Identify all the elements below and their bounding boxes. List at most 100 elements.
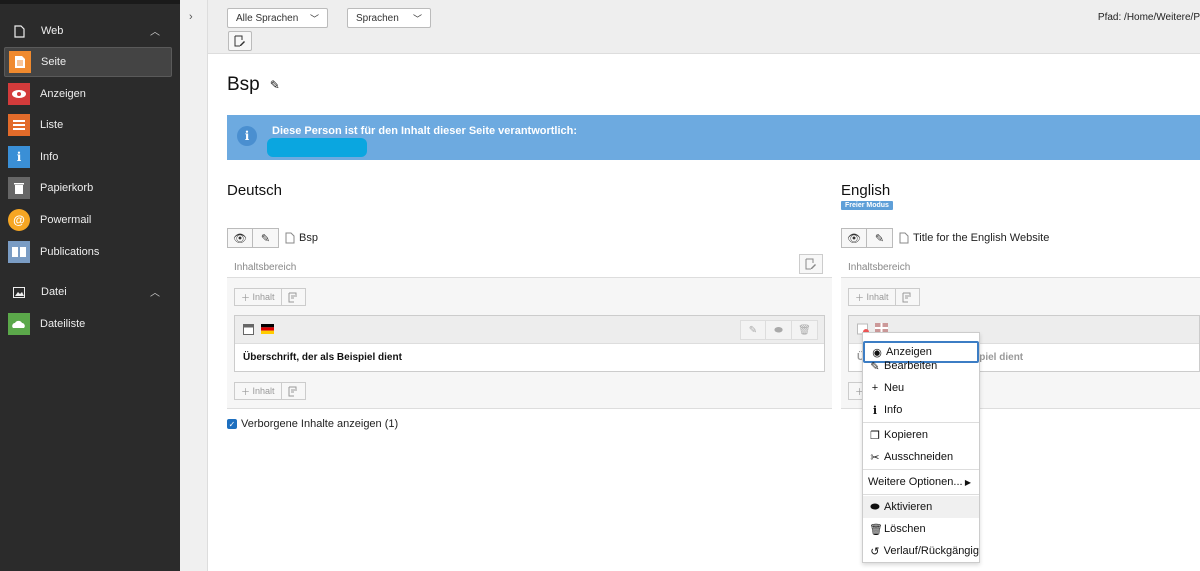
info-module-icon: i [8,146,30,168]
toggle-icon: ⬬ [870,500,880,513]
menu-item-label: Bearbeiten [884,360,938,372]
page-link-de[interactable]: Bsp [285,232,318,244]
checkbox-checked-icon[interactable]: ✓ [227,419,237,429]
chevron-up-icon[interactable]: ︿ [150,23,160,38]
paste-button[interactable] [895,288,920,306]
page-path: Pfad: /Home/Weitere/P [1097,12,1200,23]
module-group-web[interactable]: Web ︿ [0,18,180,44]
eye-icon: 👁 [233,232,247,245]
plus-icon: ＋ [241,292,253,303]
menu-divider [863,422,979,423]
pencil-icon[interactable]: ✎ [270,78,280,92]
edit-page-button[interactable]: ✎ [253,228,279,248]
module-item-label: Powermail [40,214,92,226]
view-page-button[interactable]: 👁 [227,228,253,248]
list-module-icon [8,114,30,136]
paste-icon [288,292,297,302]
toggle-visibility-button[interactable]: ⬬ [766,320,792,340]
module-item-label: Info [40,151,59,163]
area-label-en: Inhaltsbereich [848,262,911,273]
edit-page-properties-button[interactable] [228,31,252,51]
languages-select[interactable]: Sprachen ﹀ [347,8,431,28]
book-module-icon [8,241,30,263]
plus-icon: + [871,382,879,394]
menu-item-info[interactable]: i Info [863,399,979,421]
module-item-label: Liste [40,119,64,131]
add-content-button[interactable]: ＋ Inhalt [234,382,282,400]
menu-item-label: Neu [884,382,905,394]
module-sidebar: Web ︿ Seite Anzeigen Liste i Info Papier… [0,0,180,571]
filelist-module-icon [8,313,30,335]
delete-element-button[interactable]: 🗑 [792,320,818,340]
menu-item-verlauf[interactable]: ↺ Verlauf/Rückgängig [863,540,979,562]
menu-item-kopieren[interactable]: ❐ Kopieren [863,424,979,446]
edit-document-icon [805,258,816,270]
add-content-button[interactable]: ＋ Inhalt [234,288,282,306]
callout-text: Diese Person ist für den Inhalt dieser S… [272,125,578,137]
module-item-label: Dateiliste [40,318,86,330]
docheader: Alle Sprachen ﹀ Sprachen ﹀ Pfad: /Home/W… [208,0,1200,54]
module-item-dateiliste[interactable]: Dateiliste [4,309,172,339]
content-element-text: Überschrift, der als Beispiel dient [243,352,402,363]
module-item-label: Papierkorb [40,182,94,194]
menu-item-label: Ausschneiden [884,451,954,463]
show-hidden-content-toggle[interactable]: ✓ Verborgene Inhalte anzeigen (1) [227,418,398,430]
chevron-right-icon[interactable]: › [189,11,193,23]
module-item-liste[interactable]: Liste [4,110,172,140]
paste-button[interactable] [281,382,306,400]
content-element-tools: ✎ ⬬ 🗑 [740,320,818,340]
add-content-button[interactable]: ＋ Inhalt [848,288,896,306]
module-item-anzeigen[interactable]: Anzeigen [4,79,172,109]
page-icon [285,232,295,244]
context-menu: ◉ Anzeigen ✎ Bearbeiten + Neu i Info ❐ K… [862,332,980,563]
plus-icon: ＋ [241,386,253,397]
language-select[interactable]: Alle Sprachen ﹀ [227,8,328,28]
powermail-module-icon: @ [8,209,30,231]
menu-item-neu[interactable]: + Neu [863,377,979,399]
menu-item-bearbeiten[interactable]: ✎ Bearbeiten [863,355,979,377]
page-module-icon [9,51,31,73]
page-link-en[interactable]: Title for the English Website [899,232,1049,244]
menu-item-label: Aktivieren [884,501,933,513]
add-content-top-de[interactable]: ＋ Inhalt [234,288,306,306]
header-ctype-icon[interactable] [243,324,254,335]
content-element-header: ✎ ⬬ 🗑 [235,316,824,344]
pencil-icon: ✎ [874,232,885,245]
page-title: Bsp ✎ [227,74,280,96]
page-actions-de: 👁 ✎ [227,228,279,248]
edit-element-button[interactable]: ✎ [740,320,766,340]
chevron-up-icon[interactable]: ︿ [150,284,160,299]
menu-item-weitere-optionen[interactable]: Weitere Optionen... ▶ [863,471,979,493]
checkbox-label: Verborgene Inhalte anzeigen (1) [241,418,399,430]
page-icon [899,232,909,244]
add-content-bottom-de[interactable]: ＋ Inhalt [234,382,306,400]
module-item-label: Publications [40,246,100,258]
module-item-powermail[interactable]: @ Powermail [4,205,172,235]
trash-icon: 🗑 [869,523,883,536]
eye-module-icon [8,83,30,105]
menu-item-loeschen[interactable]: 🗑 Löschen [863,518,979,540]
trash-module-icon [8,177,30,199]
menu-item-aktivieren[interactable]: ⬬ Aktivieren [863,496,979,518]
copy-icon: ❐ [870,429,880,442]
edit-document-icon [234,35,245,47]
menu-item-ausschneiden[interactable]: ✂ Ausschneiden [863,446,979,468]
page-link-label: Title for the English Website [913,232,1050,244]
module-item-papierkorb[interactable]: Papierkorb [4,173,172,203]
add-content-label: Inhalt [252,386,275,396]
module-group-datei[interactable]: Datei ︿ [0,279,180,305]
module-item-info[interactable]: i Info [4,142,172,172]
module-item-publications[interactable]: Publications [4,237,172,267]
page-icon [12,24,26,38]
module-group-label: Web [41,25,64,37]
view-page-button[interactable]: 👁 [841,228,867,248]
content-element-de[interactable]: ✎ ⬬ 🗑 Überschrift, der als Beispiel dien… [234,315,825,372]
toggle-icon: ⬬ [774,324,783,336]
edit-page-button[interactable]: ✎ [867,228,893,248]
scissors-icon: ✂ [870,451,880,464]
edit-area-button[interactable] [799,254,823,274]
module-item-seite[interactable]: Seite [4,47,172,77]
add-content-top-en[interactable]: ＋ Inhalt [848,288,920,306]
page-actions-en: 👁 ✎ [841,228,893,248]
paste-button[interactable] [281,288,306,306]
